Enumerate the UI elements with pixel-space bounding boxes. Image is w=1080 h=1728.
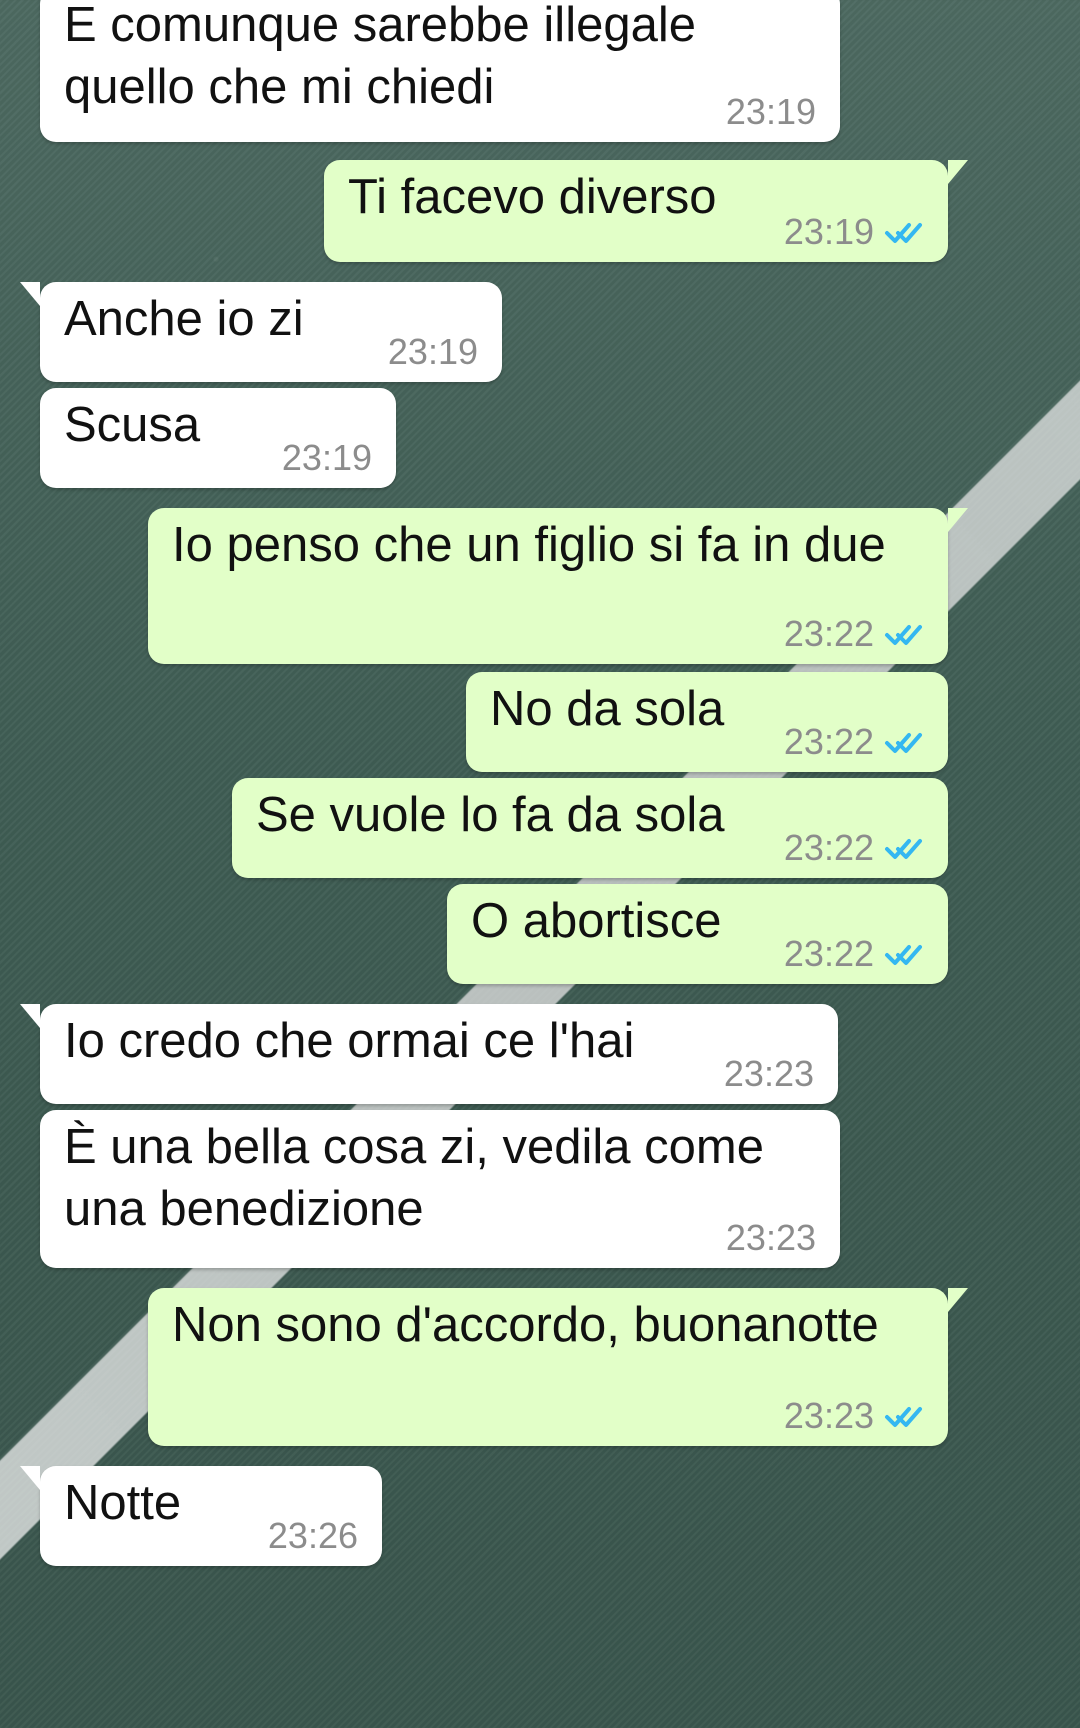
message-time: 23:22 bbox=[783, 613, 874, 654]
message-time: 23:22 bbox=[783, 827, 874, 868]
message-meta: 23:26 bbox=[268, 1516, 358, 1556]
message-time: 23:19 bbox=[387, 331, 478, 372]
message-text: E comunque sarebbe illegale quello che m… bbox=[64, 0, 696, 114]
message-bubble-outgoing[interactable]: Non sono d'accordo, buonanotte 23:23 bbox=[148, 1288, 968, 1446]
message-bubble-incoming[interactable]: È una bella cosa zi, vedila come una ben… bbox=[40, 1110, 840, 1268]
message-bubble-outgoing[interactable]: Se vuole lo fa da sola 23:22 bbox=[232, 778, 948, 878]
message-text: È una bella cosa zi, vedila come una ben… bbox=[64, 1120, 764, 1236]
double-check-icon bbox=[884, 940, 924, 968]
message-bubble-incoming[interactable]: Io credo che ormai ce l'hai 23:23 bbox=[20, 1004, 838, 1104]
message-meta: 23:22 bbox=[784, 934, 924, 974]
message-bubble-outgoing[interactable]: O abortisce 23:22 bbox=[447, 884, 948, 984]
message-meta: 23:23 bbox=[726, 1218, 816, 1258]
message-time: 23:23 bbox=[723, 1053, 814, 1094]
message-meta: 23:23 bbox=[784, 1396, 924, 1436]
message-time: 23:22 bbox=[783, 721, 874, 762]
double-check-icon bbox=[884, 834, 924, 862]
message-time: 23:19 bbox=[783, 211, 874, 252]
message-meta: 23:22 bbox=[784, 614, 924, 654]
message-meta: 23:19 bbox=[282, 438, 372, 478]
message-time: 23:22 bbox=[783, 933, 874, 974]
double-check-icon bbox=[884, 1402, 924, 1430]
message-meta: 23:22 bbox=[784, 722, 924, 762]
message-meta: 23:23 bbox=[724, 1054, 814, 1094]
message-meta: 23:19 bbox=[388, 332, 478, 372]
message-bubble-incoming[interactable]: E comunque sarebbe illegale quello che m… bbox=[40, 0, 840, 142]
message-time: 23:19 bbox=[281, 437, 372, 478]
message-text: Io penso che un figlio si fa in due bbox=[172, 518, 886, 572]
message-bubble-incoming[interactable]: Anche io zi 23:19 bbox=[20, 282, 502, 382]
message-text: Io credo che ormai ce l'hai bbox=[64, 1014, 635, 1068]
message-meta: 23:19 bbox=[726, 92, 816, 132]
double-check-icon bbox=[884, 620, 924, 648]
double-check-icon bbox=[884, 218, 924, 246]
message-meta: 23:22 bbox=[784, 828, 924, 868]
message-bubble-outgoing[interactable]: No da sola 23:22 bbox=[466, 672, 948, 772]
message-bubble-incoming[interactable]: Notte 23:26 bbox=[20, 1466, 382, 1566]
message-bubble-outgoing[interactable]: Io penso che un figlio si fa in due 23:2… bbox=[148, 508, 968, 664]
message-meta: 23:19 bbox=[784, 212, 924, 252]
message-bubble-outgoing[interactable]: Ti facevo diverso 23:19 bbox=[324, 160, 968, 262]
chat-thread: E comunque sarebbe illegale quello che m… bbox=[0, 0, 1080, 1728]
message-time: 23:23 bbox=[783, 1395, 874, 1436]
double-check-icon bbox=[884, 728, 924, 756]
message-time: 23:26 bbox=[267, 1515, 358, 1556]
message-time: 23:19 bbox=[725, 91, 816, 132]
message-text: Non sono d'accordo, buonanotte bbox=[172, 1298, 879, 1352]
message-time: 23:23 bbox=[725, 1217, 816, 1258]
message-bubble-incoming[interactable]: Scusa 23:19 bbox=[40, 388, 396, 488]
